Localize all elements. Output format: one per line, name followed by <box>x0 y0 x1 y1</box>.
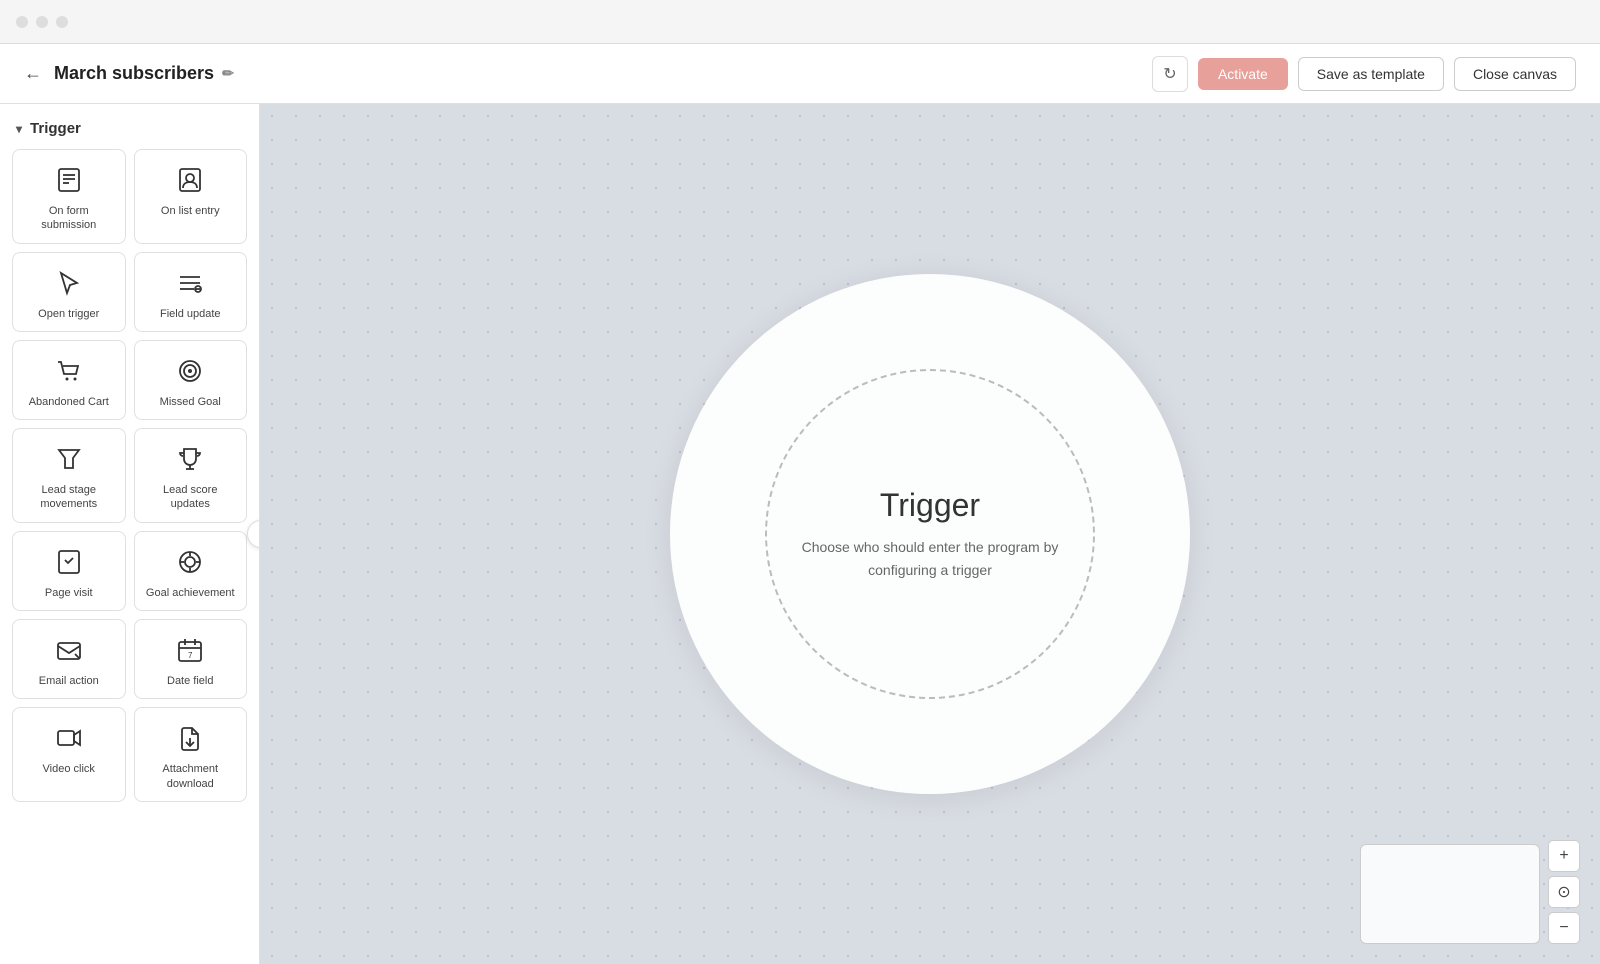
zoom-controls: + ⊙ − <box>1548 840 1580 944</box>
trigger-label-on-form-submission: On form submission <box>23 204 115 233</box>
trigger-label-goal-achievement: Goal achievement <box>146 586 235 600</box>
field-update-icon <box>176 267 204 299</box>
back-button[interactable]: ← <box>24 63 42 84</box>
trigger-card-email-action[interactable]: Email action <box>12 619 126 699</box>
trigger-grid: On form submission On list entry <box>0 149 259 814</box>
trigger-label-page-visit: Page visit <box>45 586 93 600</box>
trigger-card-date-field[interactable]: 7 Date field <box>134 619 248 699</box>
trigger-label-missed-goal: Missed Goal <box>160 395 221 409</box>
trigger-label-on-list-entry: On list entry <box>161 204 220 218</box>
video-icon <box>55 722 83 754</box>
sidebar-section-label: Trigger <box>30 120 81 137</box>
form-icon <box>55 164 83 196</box>
main-layout: ▾ Trigger On form submission <box>0 104 1600 964</box>
trophy-icon <box>176 443 204 475</box>
trigger-label-email-action: Email action <box>39 674 99 688</box>
sidebar: ▾ Trigger On form submission <box>0 104 260 964</box>
page-icon <box>55 546 83 578</box>
chevron-down-icon: ▾ <box>16 122 22 136</box>
goal-icon <box>176 546 204 578</box>
trigger-card-field-update[interactable]: Field update <box>134 252 248 332</box>
trigger-circle-title: Trigger <box>880 487 980 524</box>
canvas: Trigger Choose who should enter the prog… <box>260 104 1600 964</box>
calendar-icon: 7 <box>176 634 204 666</box>
trigger-label-lead-score-updates: Lead score updates <box>145 483 237 512</box>
refresh-button[interactable]: ↻ <box>1152 56 1188 92</box>
trigger-card-open-trigger[interactable]: Open trigger <box>12 252 126 332</box>
sidebar-header: ▾ Trigger <box>0 104 259 149</box>
page-title: March subscribers ✏ <box>54 63 234 84</box>
trigger-circle-outer[interactable]: Trigger Choose who should enter the prog… <box>670 274 1190 794</box>
trigger-card-on-list-entry[interactable]: On list entry <box>134 149 248 244</box>
trigger-card-goal-achievement[interactable]: Goal achievement <box>134 531 248 611</box>
trigger-card-attachment-download[interactable]: Attachment download <box>134 707 248 802</box>
traffic-light-close <box>16 16 28 28</box>
trigger-card-video-click[interactable]: Video click <box>12 707 126 802</box>
refresh-icon: ↻ <box>1163 64 1176 84</box>
target-icon <box>176 355 204 387</box>
trigger-label-video-click: Video click <box>43 762 95 776</box>
trigger-label-abandoned-cart: Abandoned Cart <box>29 395 109 409</box>
trigger-card-page-visit[interactable]: Page visit <box>12 531 126 611</box>
zoom-reset-button[interactable]: ⊙ <box>1548 876 1580 908</box>
email-icon <box>55 634 83 666</box>
trigger-card-on-form-submission[interactable]: On form submission <box>12 149 126 244</box>
trigger-card-lead-score-updates[interactable]: Lead score updates <box>134 428 248 523</box>
zoom-out-button[interactable]: − <box>1548 912 1580 944</box>
traffic-lights <box>16 16 68 28</box>
cart-icon <box>55 355 83 387</box>
trigger-card-lead-stage-movements[interactable]: Lead stage movements <box>12 428 126 523</box>
edit-title-icon[interactable]: ✏ <box>222 65 234 82</box>
person-icon <box>176 164 204 196</box>
close-canvas-button[interactable]: Close canvas <box>1454 57 1576 91</box>
trigger-circle-desc: Choose who should enter the program by c… <box>797 536 1063 581</box>
page-title-text: March subscribers <box>54 63 214 84</box>
trigger-card-missed-goal[interactable]: Missed Goal <box>134 340 248 420</box>
svg-text:7: 7 <box>188 651 193 660</box>
traffic-light-maximize <box>56 16 68 28</box>
traffic-light-minimize <box>36 16 48 28</box>
trigger-label-lead-stage-movements: Lead stage movements <box>23 483 115 512</box>
minimap <box>1360 844 1540 944</box>
topbar: ← March subscribers ✏ ↻ Activate Save as… <box>0 44 1600 104</box>
activate-button[interactable]: Activate <box>1198 58 1288 90</box>
topbar-right: ↻ Activate Save as template Close canvas <box>1152 56 1576 92</box>
trigger-label-date-field: Date field <box>167 674 213 688</box>
save-template-button[interactable]: Save as template <box>1298 57 1444 91</box>
zoom-in-button[interactable]: + <box>1548 840 1580 872</box>
funnel-icon <box>55 443 83 475</box>
trigger-label-open-trigger: Open trigger <box>38 307 99 321</box>
attachment-icon <box>176 722 204 754</box>
titlebar <box>0 0 1600 44</box>
trigger-label-field-update: Field update <box>160 307 221 321</box>
trigger-circle-inner: Trigger Choose who should enter the prog… <box>765 369 1095 699</box>
trigger-label-attachment-download: Attachment download <box>145 762 237 791</box>
cursor-icon <box>55 267 83 299</box>
trigger-card-abandoned-cart[interactable]: Abandoned Cart <box>12 340 126 420</box>
